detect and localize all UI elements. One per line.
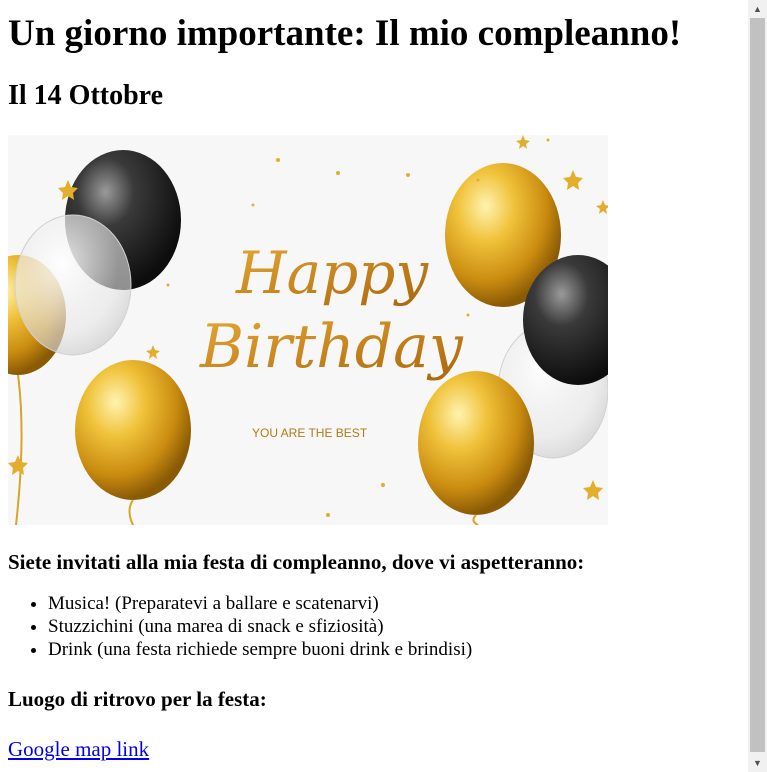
scroll-up-arrow-icon[interactable]: ▲ xyxy=(748,0,767,18)
banner-tagline: YOU ARE THE BEST xyxy=(252,426,368,440)
birthday-banner-image: Happy Birthday YOU ARE THE BEST xyxy=(8,135,608,525)
balloon-clear-left xyxy=(14,214,132,356)
list-item: Musica! (Preparatevi a ballare e scatena… xyxy=(48,592,744,615)
banner-happy-text: Happy xyxy=(235,239,429,307)
google-map-link[interactable]: Google map link xyxy=(8,736,149,762)
banner-birthday-text: Birthday xyxy=(199,312,464,382)
page-content: Un giorno importante: Il mio compleanno!… xyxy=(8,0,744,762)
vertical-scrollbar[interactable]: ▲ ▼ xyxy=(748,0,767,772)
list-item: Stuzzichini (una marea di snack e sfizio… xyxy=(48,615,744,638)
list-item: Drink (una festa richiede sempre buoni d… xyxy=(48,638,744,661)
date-heading: Il 14 Ottobre xyxy=(8,80,164,111)
scrollbar-thumb[interactable] xyxy=(750,18,765,752)
scroll-down-arrow-icon[interactable]: ▼ xyxy=(748,754,767,772)
balloon-gold-bottom-left xyxy=(75,360,191,500)
meeting-place-heading: Luogo di ritrovo per la festa: xyxy=(8,687,267,711)
invite-heading: Siete invitati alla mia festa di complea… xyxy=(8,550,585,574)
balloon-gold-bottom-right xyxy=(418,371,534,515)
party-items-list: Musica! (Preparatevi a ballare e scatena… xyxy=(8,592,744,661)
page-title: Un giorno importante: Il mio compleanno! xyxy=(8,13,682,54)
